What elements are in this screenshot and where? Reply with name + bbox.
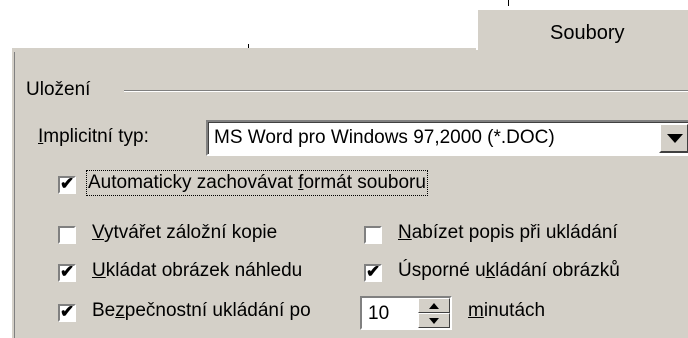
check-icon: ✔: [366, 262, 381, 281]
label-text: Automaticky zachovávat: [88, 172, 299, 193]
autosave-unit-label: minutách: [468, 300, 545, 322]
auto-keep-format-checkbox[interactable]: ✔: [58, 174, 76, 194]
safe-save-checkbox[interactable]: ✔: [58, 302, 76, 322]
mnemonic: m: [468, 300, 484, 321]
check-icon: ✔: [60, 302, 75, 321]
tab-label: Soubory: [550, 22, 625, 44]
label-text: abízet popis při ukládání: [411, 222, 618, 243]
safe-save-label[interactable]: Bezpečnostní ukládání po: [92, 300, 311, 322]
label-text: ytvářet záložní kopie: [103, 222, 278, 243]
tab-soubory[interactable]: Soubory: [476, 8, 688, 50]
label-text: inutách: [483, 300, 546, 321]
label-text: ládání obrázků: [495, 260, 620, 281]
spin-up-button[interactable]: [418, 298, 450, 313]
default-type-value: MS Word pro Windows 97,2000 (*.DOC): [214, 127, 555, 148]
group-title: Uložení: [26, 79, 97, 101]
mnemonic: N: [398, 222, 412, 243]
default-type-select[interactable]: MS Word pro Windows 97,2000 (*.DOC): [206, 120, 688, 156]
ask-description-label[interactable]: Nabízet popis při ukládání: [398, 222, 618, 244]
efficient-images-checkbox[interactable]: ✔: [364, 262, 382, 282]
check-icon: ✔: [60, 174, 75, 193]
label-text: mplicitní typ:: [43, 126, 149, 147]
arrow-up-icon: [429, 303, 439, 309]
tab-panel-shadow: [14, 52, 688, 338]
tab-strip-tick: [508, 0, 509, 6]
check-icon: ✔: [60, 262, 75, 281]
autosave-interval-value: 10: [368, 303, 390, 324]
default-type-label: Implicitní typ:: [38, 126, 149, 148]
chevron-down-icon: [667, 134, 683, 143]
mnemonic: k: [485, 260, 496, 281]
label-text: kládat obrázek náhledu: [105, 260, 303, 281]
label-text: pečnostní ukládání po: [124, 300, 311, 321]
label-text: ormát souboru: [303, 172, 426, 193]
save-preview-checkbox[interactable]: ✔: [58, 262, 76, 282]
mnemonic: V: [92, 222, 104, 243]
backup-copy-checkbox[interactable]: [58, 226, 76, 244]
arrow-down-icon: [429, 318, 439, 324]
backup-copy-label[interactable]: Vytvářet záložní kopie: [92, 222, 277, 244]
spin-down-button[interactable]: [418, 313, 450, 328]
save-preview-label[interactable]: Ukládat obrázek náhledu: [92, 260, 302, 282]
label-text: Úsporné u: [398, 260, 486, 281]
dropdown-button[interactable]: [659, 123, 688, 153]
spinner-buttons: [418, 298, 450, 328]
group-divider-highlight: [124, 91, 688, 92]
label-text: Be: [92, 300, 116, 321]
mnemonic: z: [115, 300, 125, 321]
auto-keep-format-label[interactable]: Automaticky zachovávat formát souboru: [86, 170, 428, 196]
autosave-interval-spinner[interactable]: 10: [360, 296, 452, 330]
mnemonic: U: [92, 260, 106, 281]
ask-description-checkbox[interactable]: [364, 226, 382, 244]
efficient-images-label[interactable]: Úsporné ukládání obrázků: [398, 260, 620, 282]
